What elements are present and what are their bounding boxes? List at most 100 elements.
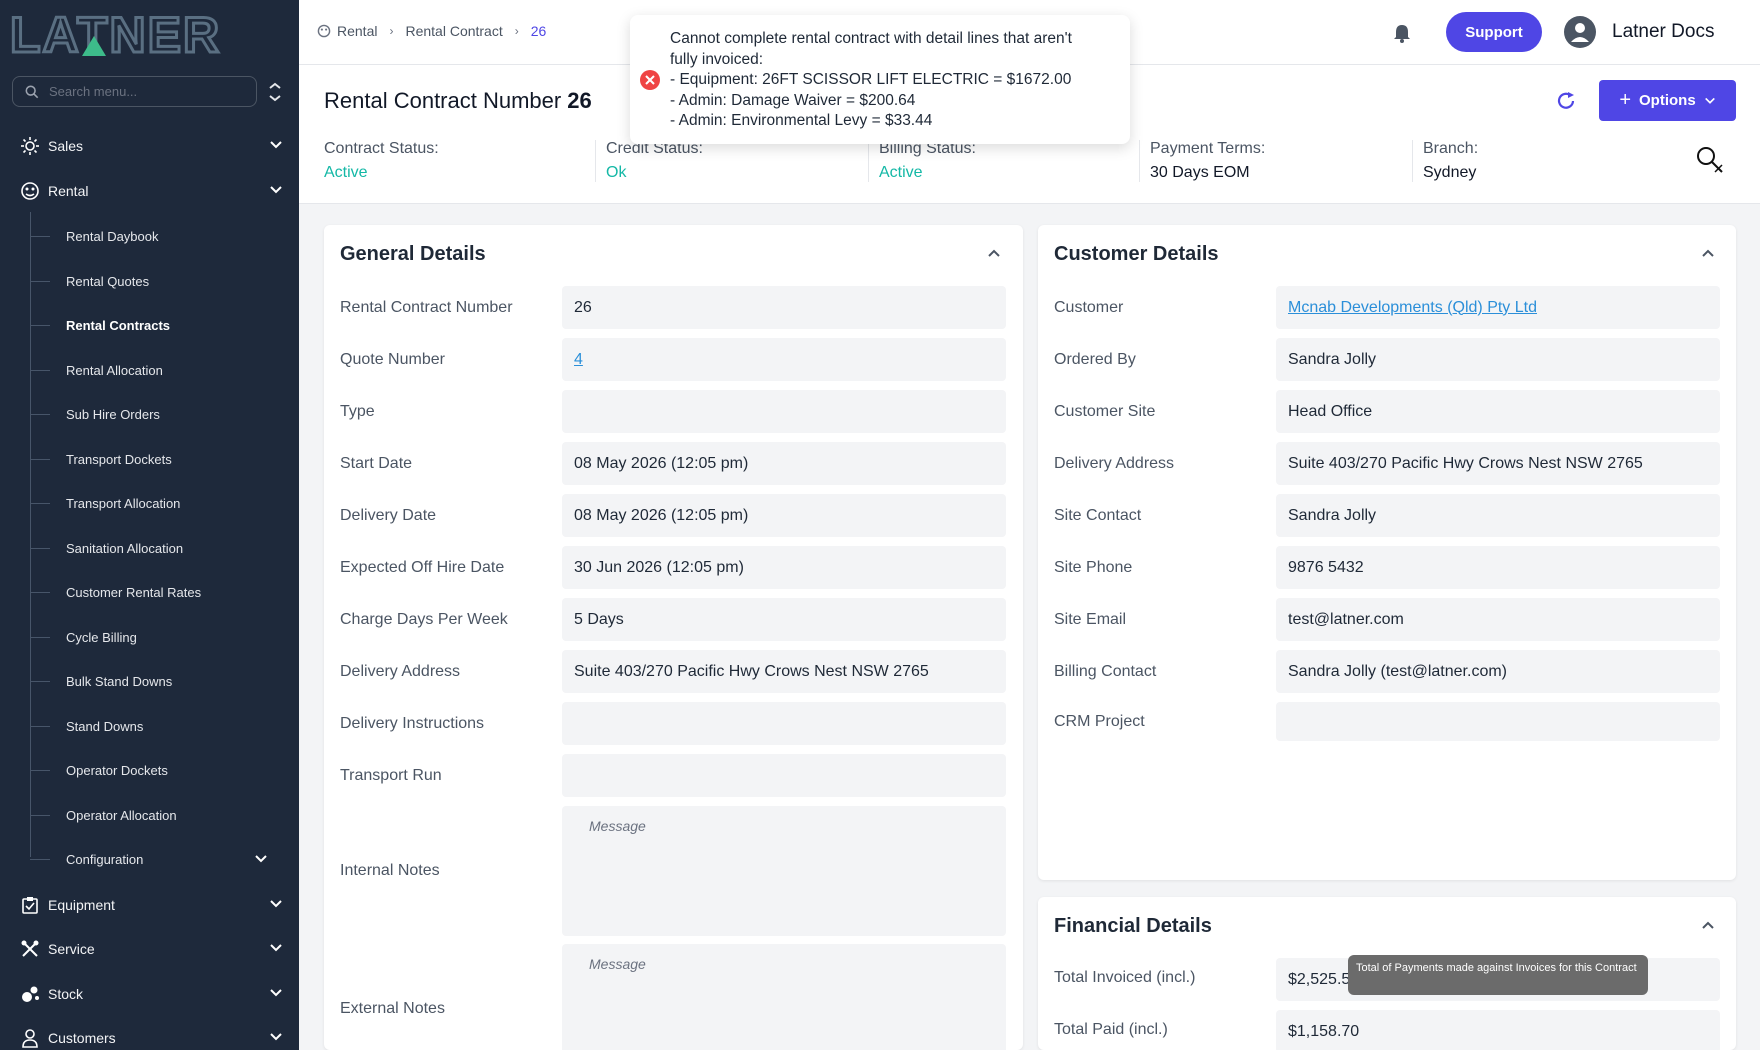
field-label: Quote Number — [340, 351, 445, 368]
chevron-down-icon — [270, 186, 282, 194]
card-title: Financial Details — [1054, 915, 1212, 937]
sidebar-item-label: Sales — [48, 138, 84, 154]
sidebar-item-sales[interactable]: Sales — [0, 125, 299, 167]
type-value — [562, 390, 1006, 433]
sidebar-item-label: Service — [48, 941, 95, 957]
refresh-icon[interactable] — [1555, 90, 1577, 112]
field-label: Site Email — [1054, 611, 1127, 628]
sidebar-item-label: Customers — [48, 1030, 116, 1046]
delivery-address-value: Suite 403/270 Pacific Hwy Crows Nest NSW… — [562, 650, 1006, 693]
sidebar: LATNER Sales Rental Rental Daybook Renta… — [0, 0, 299, 1050]
sidebar-item-transport-dockets[interactable]: Transport Dockets — [30, 439, 290, 479]
status-label: Contract Status: — [324, 140, 439, 157]
sidebar-item-configuration[interactable]: Configuration — [30, 839, 290, 879]
site-contact-value: Sandra Jolly — [1276, 494, 1720, 537]
chevron-up-icon[interactable] — [1700, 245, 1716, 261]
user-avatar-icon[interactable] — [1564, 16, 1596, 48]
internal-notes-textarea[interactable]: Message — [562, 806, 1006, 936]
rental-contract-number-value: 26 — [562, 286, 1006, 329]
customer-link[interactable]: Mcnab Developments (Qld) Pty Ltd — [1276, 286, 1720, 329]
equipment-icon — [20, 895, 40, 915]
sidebar-item-rental-quotes[interactable]: Rental Quotes — [30, 261, 290, 301]
sidebar-item-rental-daybook[interactable]: Rental Daybook — [30, 216, 290, 256]
sidebar-item-stand-downs[interactable]: Stand Downs — [30, 706, 290, 746]
expected-off-hire-date-value: 30 Jun 2026 (12:05 pm) — [562, 546, 1006, 589]
crm-project-value — [1276, 702, 1720, 741]
sidebar-item-label: Operator Allocation — [66, 807, 177, 823]
menu-search[interactable] — [12, 76, 257, 107]
field-label: Billing Contact — [1054, 663, 1157, 680]
bell-icon[interactable] — [1391, 22, 1413, 44]
sidebar-item-equipment[interactable]: Equipment — [0, 884, 299, 926]
stock-icon — [20, 984, 40, 1004]
sidebar-item-transport-allocation[interactable]: Transport Allocation — [30, 483, 290, 523]
status-label: Payment Terms: — [1150, 140, 1266, 157]
sidebar-item-label: Sanitation Allocation — [66, 540, 184, 556]
field-label: CRM Project — [1054, 713, 1145, 730]
transport-run-value — [562, 754, 1006, 797]
external-notes-textarea[interactable]: Message — [562, 944, 1006, 1050]
sidebar-item-label: Equipment — [48, 897, 115, 913]
sidebar-item-label: Operator Dockets — [66, 762, 168, 778]
sidebar-item-service[interactable]: Service — [0, 928, 299, 970]
quote-number-link[interactable]: 4 — [562, 338, 1006, 381]
support-button[interactable]: Support — [1446, 12, 1542, 52]
field-label: Expected Off Hire Date — [340, 559, 505, 576]
plus-icon: + — [1619, 89, 1631, 111]
sidebar-item-operator-dockets[interactable]: Operator Dockets — [30, 750, 290, 790]
page-title-text: Rental Contract Number — [324, 88, 562, 113]
contract-status: Contract Status: Active — [324, 140, 439, 182]
chevron-up-icon[interactable] — [1700, 917, 1716, 933]
sidebar-item-stock[interactable]: Stock — [0, 973, 299, 1015]
user-name[interactable]: Latner Docs — [1612, 21, 1714, 43]
breadcrumb: Rental › Rental Contract › 26 — [317, 23, 546, 39]
site-email-value: test@latner.com — [1276, 598, 1720, 641]
breadcrumb-current: 26 — [530, 23, 547, 39]
page-title: Rental Contract Number 26 — [324, 88, 592, 114]
sidebar-item-sub-hire-orders[interactable]: Sub Hire Orders — [30, 394, 290, 434]
latner-logo[interactable]: LATNER — [10, 10, 280, 58]
field-label: Delivery Address — [340, 663, 461, 680]
chevron-up-icon[interactable] — [986, 245, 1002, 261]
field-label: Customer Site — [1054, 403, 1156, 420]
sidebar-item-rental-contracts[interactable]: Rental Contracts — [30, 305, 290, 345]
sidebar-item-rental[interactable]: Rental — [0, 170, 299, 212]
search-icon — [25, 85, 39, 98]
menu-search-input[interactable] — [49, 84, 229, 99]
field-label: Type — [340, 403, 375, 420]
charge-days-value: 5 Days — [562, 598, 1006, 641]
sidebar-item-label: Rental — [48, 183, 89, 199]
options-label: Options — [1639, 92, 1696, 109]
breadcrumb-rental[interactable]: Rental — [337, 23, 377, 39]
field-label: Start Date — [340, 455, 413, 472]
total-paid-tooltip: Total of Payments made against Invoices … — [1348, 955, 1648, 995]
credit-status: Credit Status: Ok — [595, 140, 703, 182]
start-date-value: 08 May 2026 (12:05 pm) — [562, 442, 1006, 485]
search-detail-icon[interactable] — [1695, 145, 1725, 175]
error-toast[interactable]: Cannot complete rental contract with det… — [630, 15, 1130, 144]
chevron-right-icon: › — [514, 24, 519, 38]
sidebar-item-sanitation-allocation[interactable]: Sanitation Allocation — [30, 528, 290, 568]
sidebar-item-cycle-billing[interactable]: Cycle Billing — [30, 617, 290, 657]
sidebar-item-label: Stock — [48, 986, 84, 1002]
sidebar-item-label: Transport Allocation — [66, 495, 181, 511]
card-title: General Details — [340, 243, 486, 265]
breadcrumb-rental-contract[interactable]: Rental Contract — [405, 23, 502, 39]
rental-icon — [20, 181, 40, 201]
chevron-down-icon — [255, 855, 267, 863]
delivery-address-value: Suite 403/270 Pacific Hwy Crows Nest NSW… — [1276, 442, 1720, 485]
collapse-menu-icon[interactable] — [268, 82, 282, 102]
sidebar-item-operator-allocation[interactable]: Operator Allocation — [30, 795, 290, 835]
sidebar-item-rental-allocation[interactable]: Rental Allocation — [30, 350, 290, 390]
sidebar-item-bulk-stand-downs[interactable]: Bulk Stand Downs — [30, 661, 290, 701]
field-label: Internal Notes — [340, 862, 440, 879]
sales-icon — [20, 136, 40, 156]
field-label: Total Invoiced (incl.) — [1054, 969, 1196, 986]
sidebar-item-label: Rental Allocation — [66, 362, 163, 378]
branch: Branch: Sydney — [1412, 140, 1478, 182]
options-button[interactable]: + Options — [1599, 80, 1736, 121]
sidebar-item-customers[interactable]: Customers — [0, 1017, 299, 1050]
customers-icon — [20, 1028, 40, 1048]
field-label: Ordered By — [1054, 351, 1136, 368]
sidebar-item-customer-rental-rates[interactable]: Customer Rental Rates — [30, 572, 290, 612]
